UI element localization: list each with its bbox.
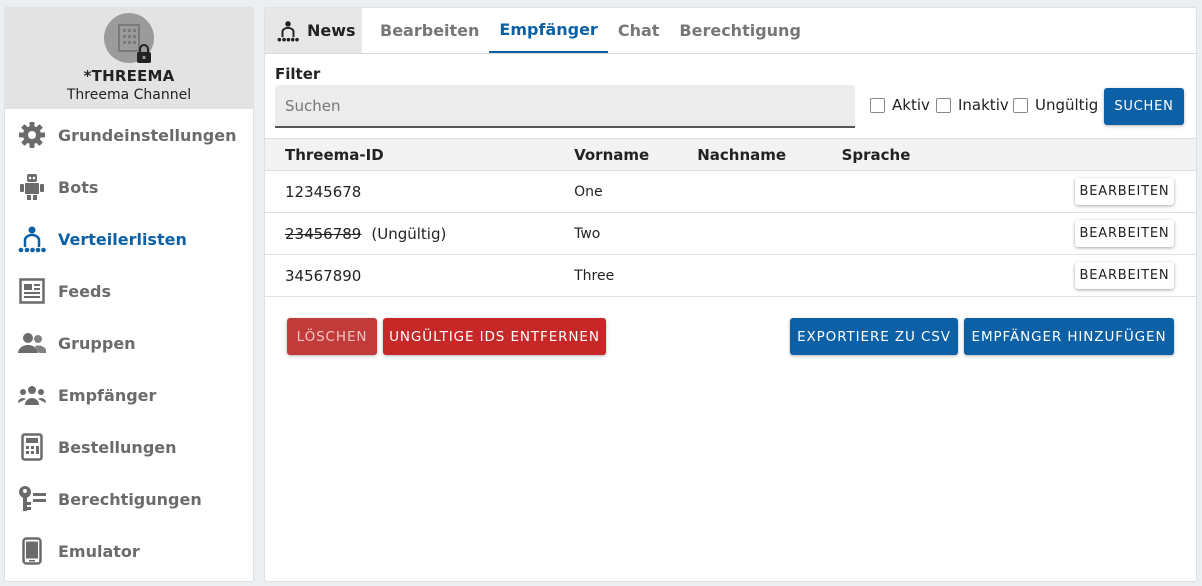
tab-news-label: News: [307, 21, 356, 40]
export-csv-button[interactable]: EXPORTIERE ZU CSV: [790, 318, 958, 355]
cell-vorname: Three: [574, 267, 615, 284]
sidebar-item-grundeinstellungen[interactable]: Grundeinstellungen: [5, 109, 253, 161]
checkbox-box[interactable]: [1013, 97, 1028, 113]
sidebar-item-label: Emulator: [58, 541, 140, 561]
tab-bearbeiten[interactable]: Bearbeiten: [370, 8, 489, 53]
filter-area: Filter Aktiv Inaktiv Ungültig SUCHEN: [265, 54, 1196, 138]
feed-icon: [17, 276, 47, 306]
threema-id: 34567890: [285, 266, 362, 285]
calculator-icon: [17, 432, 47, 462]
tab-empfaenger[interactable]: Empfänger: [489, 8, 608, 53]
channel-subtitle: Threema Channel: [66, 87, 192, 103]
sidebar-item-label: Gruppen: [58, 333, 136, 353]
checkbox-box[interactable]: [936, 97, 951, 113]
checkbox-inaktiv[interactable]: Inaktiv: [936, 96, 1009, 114]
tab-chat[interactable]: Chat: [608, 8, 670, 53]
recipients-icon: [17, 380, 47, 410]
delete-button[interactable]: LÖSCHEN: [287, 318, 377, 355]
threema-id: 23456789: [285, 224, 362, 243]
sidebar-item-label: Grundeinstellungen: [58, 125, 237, 145]
lock-icon: [137, 44, 151, 63]
channel-header: *THREEMA Threema Channel: [5, 8, 253, 109]
sidebar-item-label: Berechtigungen: [58, 489, 202, 509]
sidebar-nav: Grundeinstellungen Bots Verteilerlisten …: [5, 109, 253, 577]
action-bar: LÖSCHEN UNGÜLTIGE IDS ENTFERNEN EXPORTIE…: [265, 297, 1196, 377]
cell-sprache: [842, 213, 1075, 255]
tab-bar: News Bearbeiten Empfänger Chat Berechtig…: [265, 8, 1196, 54]
cell-vorname: Two: [574, 225, 601, 242]
sidebar-item-feeds[interactable]: Feeds: [5, 265, 253, 317]
cell-sprache: [842, 255, 1075, 297]
sidebar-item-label: Bots: [58, 177, 99, 197]
add-recipient-button[interactable]: EMPFÄNGER HINZUFÜGEN: [964, 318, 1174, 355]
cell-actions: BEARBEITEN: [1075, 255, 1196, 297]
sidebar-item-verteilerlisten[interactable]: Verteilerlisten: [5, 213, 253, 265]
cell-actions: BEARBEITEN: [1075, 213, 1196, 255]
checkbox-aktiv[interactable]: Aktiv: [870, 96, 930, 114]
table-row: 23456789 (Ungültig) Two BEARBEITEN: [265, 213, 1196, 255]
checkbox-ungueltig[interactable]: Ungültig: [1013, 96, 1098, 114]
checkbox-label: Ungültig: [1035, 96, 1099, 114]
group-icon: [17, 328, 47, 358]
checkbox-box[interactable]: [870, 97, 885, 113]
invalid-hint: (Ungültig): [371, 224, 447, 243]
column-sprache: Sprache: [841, 145, 911, 164]
key-list-icon: [17, 484, 47, 514]
cell-nachname: [697, 213, 841, 255]
edit-button[interactable]: BEARBEITEN: [1075, 262, 1174, 289]
sidebar-item-emulator[interactable]: Emulator: [5, 525, 253, 577]
distribution-list-icon: [17, 224, 47, 254]
table-row: 34567890 Three BEARBEITEN: [265, 255, 1196, 297]
channel-title: *THREEMA: [83, 67, 175, 85]
tab-news[interactable]: News: [265, 8, 362, 53]
sidebar-item-label: Bestellungen: [58, 437, 177, 457]
threema-id: 12345678: [285, 182, 362, 201]
sidebar-item-bots[interactable]: Bots: [5, 161, 253, 213]
cell-threema-id: 34567890: [265, 255, 574, 297]
sidebar-item-bestellungen[interactable]: Bestellungen: [5, 421, 253, 473]
remove-invalid-ids-button[interactable]: UNGÜLTIGE IDS ENTFERNEN: [383, 318, 606, 355]
edit-button[interactable]: BEARBEITEN: [1075, 178, 1174, 205]
column-vorname: Vorname: [574, 145, 650, 164]
cell-threema-id: 12345678: [265, 171, 574, 213]
checkbox-label: Aktiv: [892, 96, 930, 114]
channel-avatar: [104, 13, 154, 63]
sidebar: *THREEMA Threema Channel Grundeinstellun…: [4, 7, 254, 582]
checkbox-label: Inaktiv: [958, 96, 1009, 114]
cell-sprache: [842, 171, 1075, 213]
edit-button[interactable]: BEARBEITEN: [1075, 220, 1174, 247]
table-row: 12345678 One BEARBEITEN: [265, 171, 1196, 213]
cell-vorname: One: [574, 183, 603, 200]
search-input[interactable]: [275, 85, 855, 128]
gear-icon: [17, 120, 47, 150]
cell-threema-id: 23456789 (Ungültig): [265, 213, 574, 255]
sidebar-item-empfaenger[interactable]: Empfänger: [5, 369, 253, 421]
sidebar-item-label: Empfänger: [58, 385, 157, 405]
table-header-row: Threema-ID Vorname Nachname Sprache: [265, 138, 1196, 171]
sidebar-item-label: Verteilerlisten: [58, 229, 187, 249]
sidebar-item-berechtigungen[interactable]: Berechtigungen: [5, 473, 253, 525]
cell-actions: BEARBEITEN: [1075, 171, 1196, 213]
cell-nachname: [697, 255, 841, 297]
main-panel: News Bearbeiten Empfänger Chat Berechtig…: [264, 7, 1197, 582]
sidebar-item-gruppen[interactable]: Gruppen: [5, 317, 253, 369]
tab-berechtigung[interactable]: Berechtigung: [669, 8, 810, 53]
sidebar-item-label: Feeds: [58, 281, 111, 301]
search-button[interactable]: SUCHEN: [1104, 88, 1184, 125]
distribution-list-icon: [277, 20, 299, 41]
column-threema-id: Threema-ID: [285, 145, 384, 164]
recipients-table: Threema-ID Vorname Nachname Sprache 1234…: [265, 138, 1196, 297]
phone-icon: [17, 536, 47, 566]
filter-label: Filter: [275, 65, 321, 83]
column-actions: [1075, 139, 1196, 171]
cell-nachname: [697, 171, 841, 213]
robot-icon: [17, 172, 47, 202]
column-nachname: Nachname: [697, 145, 787, 164]
